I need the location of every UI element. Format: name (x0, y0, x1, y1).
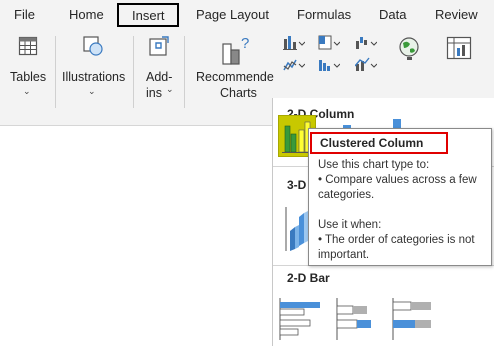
group-divider (133, 36, 134, 108)
tooltip-line: • Compare values across a few (318, 174, 477, 186)
stacked-bar-icon (336, 298, 371, 340)
addins-label-line1: Add- (146, 70, 173, 84)
combo-chart-icon (355, 57, 377, 71)
chevron-down-icon: ⌄ (166, 84, 174, 94)
section-header-2d-bar: 2-D Bar (287, 271, 330, 285)
tab-home[interactable]: Home (69, 7, 104, 22)
waterfall-chart-icon (356, 37, 377, 49)
percent-stacked-bar-icon (392, 298, 431, 340)
tab-insert[interactable]: Insert (117, 3, 179, 27)
hierarchy-chart-icon (318, 35, 340, 50)
tooltip-line: Use this chart type to: (318, 159, 430, 171)
tooltip-line: • The order of categories is not (318, 234, 475, 246)
tooltip-line: Use it when: (318, 219, 382, 231)
chevron-down-icon: ⌄ (88, 86, 96, 96)
tables-label: Tables (10, 70, 47, 84)
column-chart-icon (283, 36, 305, 50)
tab-review[interactable]: Review (435, 7, 478, 22)
tooltip-line: categories. (318, 189, 375, 201)
addins-icon (149, 36, 169, 56)
tab-data[interactable]: Data (379, 7, 406, 22)
tab-formulas[interactable]: Formulas (297, 7, 351, 22)
illustrations-label: Illustrations (62, 70, 126, 84)
table-icon (18, 36, 38, 56)
svg-text:?: ? (241, 35, 249, 52)
tab-page-layout[interactable]: Page Layout (196, 7, 269, 22)
recommended-label-line1: Recommende (196, 70, 274, 84)
recommended-label-line2: Charts (220, 86, 257, 100)
tooltip-title: Clustered Column (320, 136, 424, 150)
chevron-down-icon: ⌄ (23, 86, 31, 96)
tab-file[interactable]: File (14, 7, 35, 22)
group-divider (184, 36, 185, 108)
clustered-column-tooltip: Clustered Column Use this chart type to:… (308, 128, 492, 266)
addins-label-line2: ins (146, 86, 162, 100)
stacked-bar-option[interactable] (335, 296, 373, 340)
shapes-icon (83, 36, 103, 56)
clustered-bar-icon (279, 298, 320, 340)
pivot-chart-icon (446, 36, 472, 60)
tooltip-line: important. (318, 249, 370, 261)
section-header-3d: 3-D (287, 178, 307, 192)
statistic-chart-icon (319, 60, 340, 71)
globe-icon (399, 37, 419, 60)
recommended-charts-icon: ? (222, 35, 249, 65)
ribbon-tab-bar: File Home Insert Page Layout Formulas Da… (0, 0, 494, 30)
group-divider (55, 36, 56, 108)
clustered-bar-option[interactable] (278, 296, 320, 340)
percent-stacked-bar-option[interactable] (391, 296, 431, 340)
tooltip-title-highlight: Clustered Column (310, 132, 448, 154)
line-chart-icon (283, 59, 305, 71)
